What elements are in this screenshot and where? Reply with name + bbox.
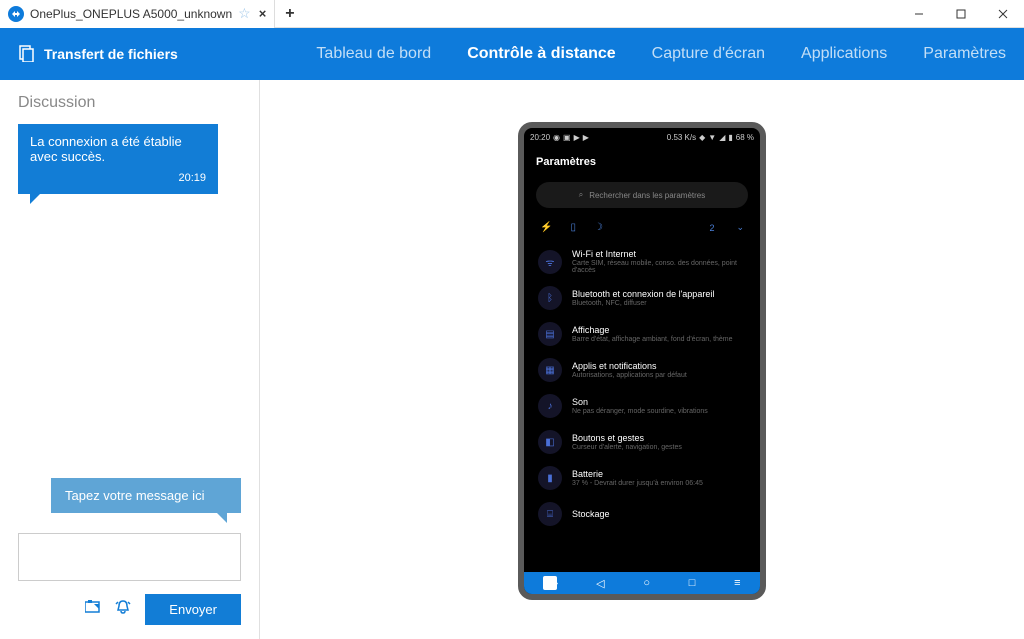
- main-area: Discussion La connexion a été établie av…: [0, 80, 1024, 639]
- signal-icon: ▼: [708, 133, 716, 142]
- chat-sidebar: Discussion La connexion a été établie av…: [0, 80, 260, 639]
- top-navigation: Transfert de fichiers Tableau de bord Co…: [0, 28, 1024, 80]
- battery-icon: ▮: [728, 133, 732, 142]
- setting-title: Batterie: [572, 469, 703, 479]
- setting-item-wifi[interactable]: ᯤ Wi-Fi et InternetCarte SIM, réseau mobi…: [530, 243, 754, 280]
- file-transfer-label: Transfert de fichiers: [44, 46, 178, 62]
- storage-icon: ⌸: [538, 502, 562, 526]
- setting-subtitle: Ne pas déranger, mode sourdine, vibratio…: [572, 408, 708, 415]
- browser-tab[interactable]: OnePlus_ONEPLUS A5000_unknown ☆ ×: [0, 0, 275, 28]
- sound-icon: ♪: [538, 394, 562, 418]
- setting-title: Wi-Fi et Internet: [572, 249, 746, 259]
- quick-icon: ☽: [594, 222, 603, 233]
- favorite-star-icon[interactable]: ☆: [238, 5, 251, 22]
- status-icon: ▣: [563, 133, 571, 142]
- setting-item-apps[interactable]: ▦ Applis et notificationsAutorisations, a…: [530, 352, 754, 388]
- setting-item-display[interactable]: ▤ AffichageBarre d'état, affichage ambian…: [530, 316, 754, 352]
- nav-screenshot[interactable]: Capture d'écran: [634, 28, 783, 80]
- phone-status-bar: 20:20 ◉ ▣ ▶ ▶ 0.53 K/s ◆ ▼ ◢ ▮ 68 %: [524, 128, 760, 146]
- phone-page-title: Paramètres: [524, 146, 760, 176]
- quick-count: 2: [709, 223, 714, 233]
- chevron-down-icon: ⌄: [736, 222, 744, 233]
- status-battery: 68 %: [736, 133, 754, 142]
- setting-subtitle: Autorisations, applications par défaut: [572, 372, 687, 379]
- setting-title: Stockage: [572, 509, 610, 519]
- chat-heading: Discussion: [18, 94, 241, 112]
- battery-icon: ▮: [538, 466, 562, 490]
- nav-applications[interactable]: Applications: [783, 28, 905, 80]
- remote-viewport: 20:20 ◉ ▣ ▶ ▶ 0.53 K/s ◆ ▼ ◢ ▮ 68 %: [260, 80, 1024, 639]
- phone-search[interactable]: ⌕ Rechercher dans les paramètres: [536, 182, 748, 208]
- close-window-button[interactable]: [982, 0, 1024, 28]
- tab-title: OnePlus_ONEPLUS A5000_unknown: [30, 7, 232, 21]
- gesture-icon: ◧: [538, 430, 562, 454]
- file-transfer-icon: [18, 44, 36, 65]
- signal-icon: ◢: [719, 133, 725, 142]
- chat-message-time: 20:19: [30, 172, 206, 184]
- setting-title: Affichage: [572, 325, 733, 335]
- setting-title: Bluetooth et connexion de l'appareil: [572, 289, 714, 299]
- quick-icon: ▯: [570, 222, 576, 233]
- setting-item-bt[interactable]: ᛒ Bluetooth et connexion de l'appareilBlu…: [530, 280, 754, 316]
- search-placeholder: Rechercher dans les paramètres: [589, 191, 705, 200]
- maximize-button[interactable]: [940, 0, 982, 28]
- title-bar: OnePlus_ONEPLUS A5000_unknown ☆ × +: [0, 0, 1024, 28]
- apps-icon: ▦: [538, 358, 562, 382]
- bt-icon: ᛒ: [538, 286, 562, 310]
- wifi-icon: ᯤ: [538, 250, 562, 274]
- nav-remote-control[interactable]: Contrôle à distance: [449, 28, 633, 80]
- status-icon: ▶: [574, 133, 580, 142]
- menu-icon[interactable]: ≡: [734, 577, 740, 589]
- setting-subtitle: Curseur d'alerte, navigation, gestes: [572, 444, 682, 451]
- minimize-button[interactable]: [898, 0, 940, 28]
- teamviewer-badge-icon[interactable]: ⟷: [543, 576, 557, 590]
- window-controls: [898, 0, 1024, 28]
- setting-item-gesture[interactable]: ◧ Boutons et gestesCurseur d'alerte, navi…: [530, 424, 754, 460]
- phone-nav-bar: ⟷ ◁ ○ □ ≡: [524, 572, 760, 594]
- setting-title: Boutons et gestes: [572, 433, 682, 443]
- back-icon[interactable]: ◁: [596, 577, 604, 590]
- setting-item-battery[interactable]: ▮ Batterie37 % - Devrait durer jusqu'à en…: [530, 460, 754, 496]
- setting-item-sound[interactable]: ♪ SonNe pas déranger, mode sourdine, vibr…: [530, 388, 754, 424]
- quick-settings-row[interactable]: ⚡ ▯ ☽ 2 ⌄: [524, 218, 760, 243]
- setting-title: Applis et notifications: [572, 361, 687, 371]
- nudge-icon[interactable]: [115, 600, 131, 619]
- nav-settings[interactable]: Paramètres: [905, 28, 1024, 80]
- chat-input[interactable]: [18, 533, 241, 581]
- setting-subtitle: Bluetooth, NFC, diffuser: [572, 300, 714, 307]
- chat-input-hint: Tapez votre message ici: [51, 478, 241, 513]
- display-icon: ▤: [538, 322, 562, 346]
- setting-title: Son: [572, 397, 708, 407]
- file-transfer-link[interactable]: Transfert de fichiers: [0, 44, 196, 65]
- setting-subtitle: 37 % - Devrait durer jusqu'à environ 06:…: [572, 480, 703, 487]
- status-time: 20:20: [530, 133, 550, 142]
- status-icon: ▶: [583, 133, 589, 142]
- home-icon[interactable]: ○: [643, 577, 650, 589]
- teamviewer-icon: [8, 6, 24, 22]
- status-speed: 0.53 K/s: [667, 133, 696, 142]
- status-icon: ◉: [553, 133, 560, 142]
- search-icon: ⌕: [579, 190, 583, 200]
- wifi-icon: ◆: [699, 133, 705, 142]
- nav-dashboard[interactable]: Tableau de bord: [298, 28, 449, 80]
- send-button[interactable]: Envoyer: [145, 594, 241, 625]
- tab-close-icon[interactable]: ×: [259, 6, 267, 21]
- setting-subtitle: Carte SIM, réseau mobile, conso. des don…: [572, 260, 746, 274]
- chat-message: La connexion a été établie avec succès. …: [18, 124, 218, 194]
- setting-subtitle: Barre d'état, affichage ambiant, fond d'…: [572, 336, 733, 343]
- phone-settings-list: ᯤ Wi-Fi et InternetCarte SIM, réseau mobi…: [524, 243, 760, 532]
- setting-item-storage[interactable]: ⌸ Stockage: [530, 496, 754, 532]
- attach-screenshot-icon[interactable]: [85, 600, 101, 619]
- new-tab-button[interactable]: +: [275, 5, 304, 23]
- quick-icon: ⚡: [540, 222, 552, 233]
- chat-message-text: La connexion a été établie avec succès.: [30, 134, 206, 164]
- phone-screen[interactable]: 20:20 ◉ ▣ ▶ ▶ 0.53 K/s ◆ ▼ ◢ ▮ 68 %: [518, 122, 766, 600]
- recent-icon[interactable]: □: [689, 577, 696, 589]
